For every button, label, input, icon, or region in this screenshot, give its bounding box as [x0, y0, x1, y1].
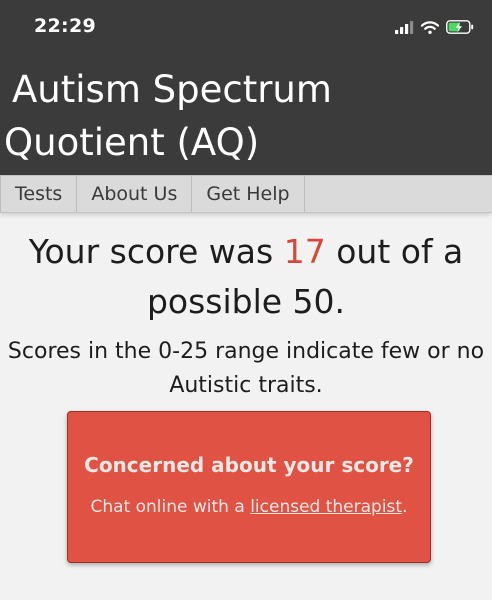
battery-charging-icon	[446, 19, 474, 38]
nav-item-tests[interactable]: Tests	[0, 176, 78, 212]
score-description: Scores in the 0-25 range indicate few or…	[7, 339, 485, 398]
status-icons	[395, 17, 474, 39]
callout-text-after: .	[402, 497, 408, 517]
callout-title: Concerned about your score?	[84, 453, 414, 477]
score-value: 17	[283, 232, 326, 271]
wifi-icon	[420, 19, 440, 38]
concern-callout: Concerned about your score? Chat online …	[67, 411, 431, 563]
cellular-signal-icon	[395, 19, 414, 38]
callout-text: Chat online with a licensed therapist.	[68, 494, 430, 520]
score-heading: Your score was 17 out of a possible 50.	[0, 227, 492, 327]
main-nav: Tests About Us Get Help	[0, 175, 492, 213]
callout-text-before: Chat online with a	[90, 497, 245, 517]
nav-item-about-us[interactable]: About Us	[77, 176, 193, 212]
licensed-therapist-link[interactable]: licensed therapist	[250, 497, 402, 517]
site-header: Autism Spectrum Quotient (AQ)	[0, 55, 492, 175]
nav-item-get-help[interactable]: Get Help	[192, 176, 305, 212]
site-title: Autism Spectrum Quotient (AQ)	[4, 68, 332, 164]
status-bar: 22:29	[0, 0, 492, 55]
score-prefix: Your score was	[28, 232, 274, 271]
status-time: 22:29	[34, 15, 96, 37]
